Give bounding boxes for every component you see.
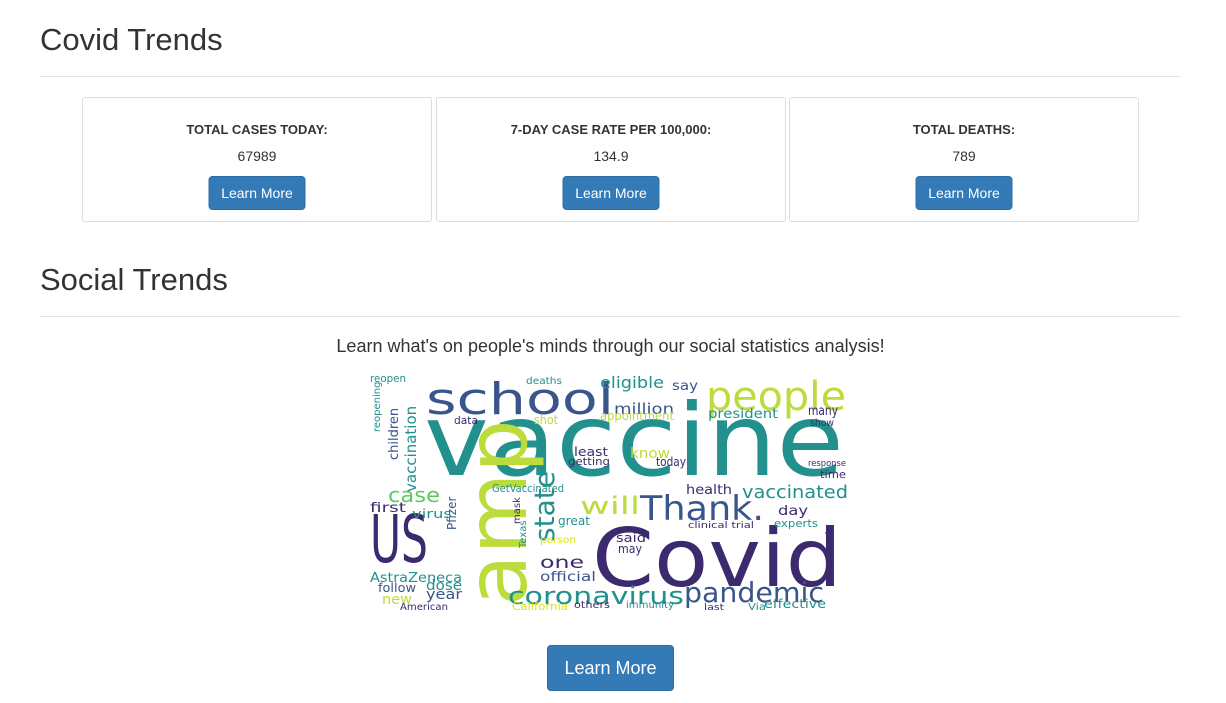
word-cloud-word: effective — [764, 597, 826, 611]
case-rate-card: 7-DAY CASE RATE PER 100,000: 134.9 Learn… — [436, 97, 786, 222]
word-cloud-word: show — [810, 418, 834, 429]
word-cloud-image: vaccineCovidampschool peopleUS Thank.state… — [370, 372, 848, 613]
total-cases-card: TOTAL CASES TODAY: 67989 Learn More — [82, 97, 432, 222]
word-cloud-word: response — [808, 459, 846, 469]
word-cloud-word: American — [400, 602, 448, 613]
word-cloud-word: last — [704, 603, 725, 613]
word-cloud-word: dose — [426, 578, 462, 594]
word-cloud-word: first — [370, 501, 406, 516]
word-cloud-word: others — [574, 600, 610, 611]
word-cloud-word: important — [824, 531, 835, 580]
case-rate-learn-more-button[interactable]: Learn More — [562, 176, 660, 210]
word-cloud-word: may — [618, 542, 642, 556]
case-rate-label: 7-DAY CASE RATE PER 100,000: — [510, 122, 712, 137]
word-cloud-word: health — [686, 483, 732, 498]
social-tagline: Learn what's on people's minds through o… — [336, 336, 885, 356]
word-cloud-word: say — [672, 379, 698, 394]
total-deaths-value: 789 — [952, 148, 976, 164]
total-cases-label: TOTAL CASES TODAY: — [186, 122, 328, 137]
word-cloud-word: today — [656, 455, 686, 469]
word-cloud-word: many — [808, 404, 838, 419]
word-cloud-word: experts — [774, 517, 818, 530]
social-trends-heading: Social Trends — [40, 262, 228, 297]
word-cloud-word: great — [558, 514, 590, 528]
word-cloud-word: GetVaccinated — [492, 482, 564, 495]
word-cloud-word: immunity — [626, 600, 674, 611]
divider — [40, 76, 1181, 77]
word-cloud-word: president — [708, 407, 778, 422]
word-cloud-word: follow — [378, 581, 416, 595]
total-deaths-card: TOTAL DEATHS: 789 Learn More — [789, 97, 1139, 222]
total-cases-value: 67989 — [237, 148, 277, 164]
word-cloud-word: shot — [534, 413, 558, 427]
word-cloud-word: person — [540, 535, 576, 546]
social-learn-more-button[interactable]: Learn More — [547, 645, 674, 691]
word-cloud-word: data — [454, 414, 478, 427]
total-deaths-label: TOTAL DEATHS: — [912, 122, 1016, 137]
word-cloud-word: deaths — [526, 376, 562, 387]
word-cloud-word: eligible — [600, 373, 664, 392]
word-cloud-word: getting — [568, 455, 610, 468]
total-deaths-learn-more-button[interactable]: Learn More — [915, 176, 1013, 210]
word-cloud-word: virus — [412, 507, 452, 521]
word-cloud-word: mask — [512, 497, 523, 524]
word-cloud-word: vaccination — [402, 406, 420, 492]
word-cloud-word: Via — [748, 602, 766, 613]
word-cloud-word: clinical trial — [688, 521, 754, 531]
case-rate-value: 134.9 — [593, 148, 629, 164]
divider — [40, 316, 1181, 317]
covid-trends-heading: Covid Trends — [40, 22, 223, 57]
word-cloud-word: children — [387, 408, 402, 460]
word-cloud-word: vaccinated — [742, 482, 848, 503]
word-cloud-word: time — [820, 468, 846, 481]
word-cloud-word: reopening — [372, 382, 383, 432]
word-cloud-word: appointment — [600, 409, 674, 423]
word-cloud-word: official — [540, 570, 596, 585]
total-cases-learn-more-button[interactable]: Learn More — [208, 176, 306, 210]
word-cloud-word: California — [512, 600, 568, 613]
